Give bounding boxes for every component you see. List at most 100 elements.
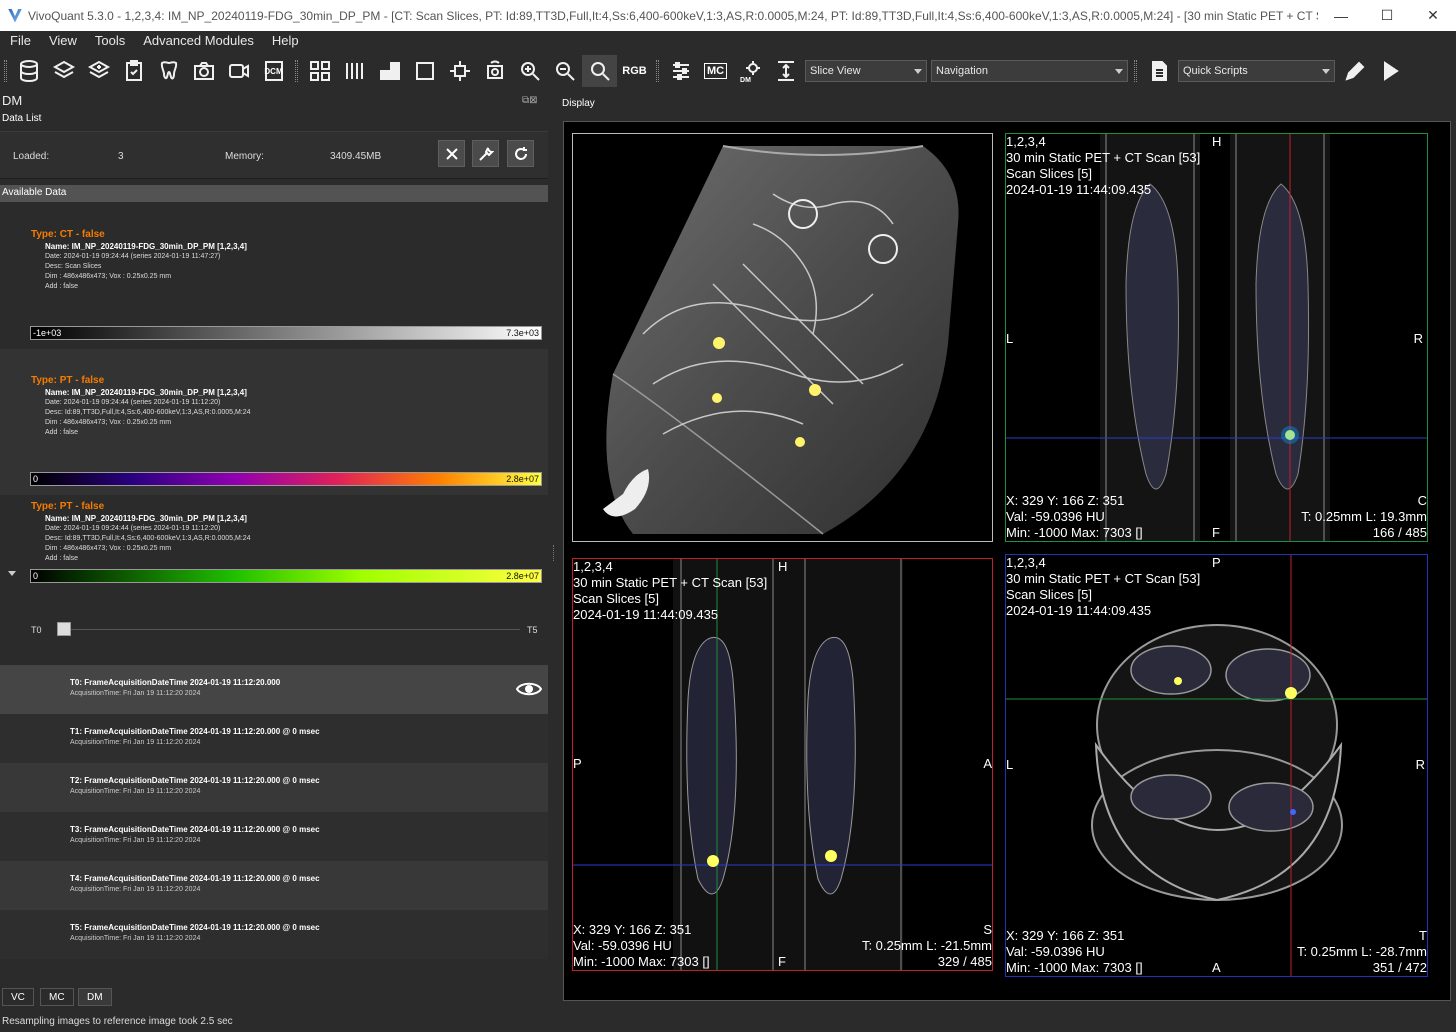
crosshair-tool-icon[interactable] [442,55,477,87]
frame-item-t5[interactable]: T5: FrameAcquisitionDateTime 2024-01-19 … [0,910,548,959]
menu-file[interactable]: File [0,31,39,51]
panel-splitter[interactable] [553,545,556,561]
maximize-button[interactable]: ☐ [1364,0,1410,31]
axial-scan-slices: Scan Slices [5] [1006,587,1092,602]
data-list-label: Data List [2,113,42,124]
tools-button[interactable] [472,140,499,167]
chevron-down-icon [914,68,922,74]
slice-view-select[interactable]: Slice View [805,60,927,82]
dataset-dim: Dim : 486x486x473; Vox : 0.25x0.25 mm [45,419,172,426]
layers-icon[interactable] [46,55,81,87]
frame-slider-handle[interactable] [57,622,71,636]
colorbar-min: -1e+03 [33,328,62,338]
frame-acq-time: AcquisitionTime: Fri Jan 19 11:12:20 202… [70,935,201,942]
dm-panel: DM ⧉⊠ Data List Loaded: 3 Memory: 3409.4… [0,91,552,1011]
refresh-button[interactable] [507,140,534,167]
app-logo-icon [8,8,22,23]
ct-colorbar[interactable]: -1e+03 7.3e+03 [30,326,542,340]
dicom-export-icon[interactable]: DCM [256,55,291,87]
play-icon[interactable] [1372,55,1407,87]
coronal-xyz: X: 329 Y: 166 Z: 351 [1006,493,1125,508]
frame-item-t3[interactable]: T3: FrameAcquisitionDateTime 2024-01-19 … [0,812,548,861]
unload-button[interactable] [438,140,465,167]
toolbar-separator-2 [656,60,659,82]
tooth-icon[interactable] [151,55,186,87]
zoom-fit-icon[interactable] [582,55,617,87]
sagittal-study-name: 30 min Static PET + CT Scan [53] [573,575,768,590]
zoom-out-icon[interactable] [547,55,582,87]
pt-colorbar-hot[interactable]: 0 2.8e+07 [30,472,542,486]
document-icon[interactable] [1141,55,1176,87]
quick-scripts-select[interactable]: Quick Scripts [1178,60,1335,82]
loaded-status-row: Loaded: 3 Memory: 3409.45MB [0,131,548,179]
loaded-label: Loaded: [13,151,50,162]
close-button[interactable]: ✕ [1410,0,1456,31]
clipboard-check-icon[interactable] [116,55,151,87]
sagittal-slice-index: 329 / 485 [937,954,992,969]
sagittal-orient-left: P [573,756,582,771]
navigation-select[interactable]: Navigation [931,60,1128,82]
mc-module-icon[interactable]: MC [698,55,733,87]
single-layout-icon[interactable] [407,55,442,87]
colorbar-max: 7.3e+03 [506,328,539,338]
dataset-name: Name: IM_NP_20240119-FDG_30min_DP_PM [1,… [45,388,247,397]
tab-vc[interactable]: VC [2,988,34,1006]
wrench-icon [478,147,494,161]
viewport-sagittal[interactable]: 1,2,3,4 30 min Static PET + CT Scan [53]… [572,558,993,971]
frame-title: T3: FrameAcquisitionDateTime 2024-01-19 … [70,825,320,834]
frame-item-t1[interactable]: T1: FrameAcquisitionDateTime 2024-01-19 … [0,714,548,763]
mixed-layout-icon[interactable] [372,55,407,87]
dataset-info: Name: IM_NP_20240119-FDG_30min_DP_PM [1,… [45,242,247,292]
viewport-coronal[interactable]: 1,2,3,4 30 min Static PET + CT Scan [53]… [1005,133,1428,542]
axial-thickness: T: 0.25mm L: -28.7mm [1296,944,1427,959]
loaded-value: 3 [118,151,124,162]
memory-label: Memory: [225,151,264,162]
toolbar-separator-3 [1134,60,1137,82]
frame-item-t4[interactable]: T4: FrameAcquisitionDateTime 2024-01-19 … [0,861,548,910]
sagittal-datetime: 2024-01-19 11:44:09.435 [573,607,719,622]
menu-bar: File View Tools Advanced Modules Help [0,31,1456,51]
menu-advanced-modules[interactable]: Advanced Modules [133,31,262,51]
sliders-icon[interactable] [663,55,698,87]
rgb-button[interactable]: RGB [617,55,652,87]
panel-float-close-icons[interactable]: ⧉⊠ [522,95,538,106]
sagittal-orient-right: A [983,756,992,771]
columns-layout-icon[interactable] [337,55,372,87]
dataset-ct[interactable]: Type: CT - false Name: IM_NP_20240119-FD… [0,203,548,348]
pencil-icon[interactable] [1337,55,1372,87]
colorbar-min: 0 [33,571,39,581]
dataset-pt-1[interactable]: Type: PT - false Name: IM_NP_20240119-FD… [0,349,548,495]
rotate-icon[interactable] [477,55,512,87]
camera-icon[interactable] [186,55,221,87]
colorbar-max: 2.8e+07 [506,474,539,484]
menu-tools[interactable]: Tools [85,31,133,51]
coronal-orient-left: L [1006,331,1014,346]
sagittal-xyz: X: 329 Y: 166 Z: 351 [573,922,692,937]
menu-help[interactable]: Help [262,31,307,51]
frame-item-t0[interactable]: T0: FrameAcquisitionDateTime 2024-01-19 … [0,665,548,714]
video-camera-icon[interactable] [221,55,256,87]
coronal-study-name: 30 min Static PET + CT Scan [53] [1006,150,1201,165]
vertical-fit-icon[interactable] [768,55,803,87]
slider-end-label: T5 [527,625,538,635]
menu-view[interactable]: View [39,31,85,51]
toolbar-grip[interactable] [4,60,7,82]
tab-dm[interactable]: DM [78,988,112,1006]
panel-title: DM [2,93,23,108]
frame-item-t2[interactable]: T2: FrameAcquisitionDateTime 2024-01-19 … [0,763,548,812]
pt-colorbar-green[interactable]: 0 2.8e+07 [30,569,542,583]
eye-icon[interactable] [516,680,542,698]
viewport-3d[interactable] [572,133,993,542]
navigation-value: Navigation [936,65,988,77]
grid-layout-icon[interactable] [302,55,337,87]
collapse-arrow-icon[interactable] [8,571,16,576]
tab-mc[interactable]: MC [40,988,74,1006]
viewport-axial[interactable]: 1,2,3,4 30 min Static PET + CT Scan [53]… [1005,554,1428,977]
dm-settings-icon[interactable]: DM [733,55,768,87]
dataset-pt-2[interactable]: Type: PT - false Name: IM_NP_20240119-FD… [0,495,548,598]
minimize-button[interactable]: — [1318,0,1364,31]
layers-add-icon[interactable] [81,55,116,87]
zoom-in-icon[interactable] [512,55,547,87]
database-icon[interactable] [11,55,46,87]
frame-slider-track[interactable] [57,629,520,630]
